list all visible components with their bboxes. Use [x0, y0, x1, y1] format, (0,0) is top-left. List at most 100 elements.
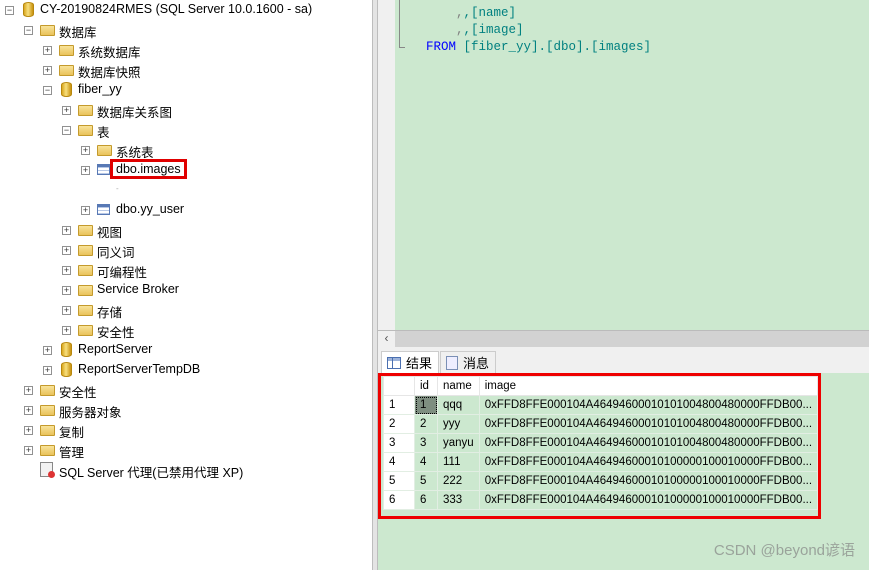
row-number[interactable]: 4 — [383, 452, 415, 472]
tree-node[interactable]: + 可编程性 — [0, 260, 372, 280]
tree-node[interactable]: − CY-20190824RMES (SQL Server 10.0.1600 -… — [0, 0, 372, 20]
tree-node[interactable]: - — [0, 180, 372, 200]
cell-image[interactable]: 0xFFD8FFE000104A464946000101010048004800… — [478, 414, 819, 434]
tree-node[interactable]: + 系统数据库 — [0, 40, 372, 60]
table-row[interactable]: 2 2 yyy 0xFFD8FFE000104A4649460001010100480… — [383, 414, 819, 434]
table-row[interactable]: 5 5 222 0xFFD8FFE000104A4649460001010000010… — [383, 471, 819, 491]
table-row[interactable]: 1 1 qqq 0xFFD8FFE000104A4649460001010100480… — [383, 395, 819, 415]
editor-gutter — [378, 0, 395, 330]
expand-icon[interactable]: + — [62, 266, 71, 275]
expand-icon[interactable]: + — [43, 66, 52, 75]
tree-node[interactable]: + 存储 — [0, 300, 372, 320]
tree-node[interactable]: + 管理 — [0, 440, 372, 460]
tree-node[interactable]: + 安全性 — [0, 320, 372, 340]
column-header[interactable]: name — [437, 376, 480, 396]
cell-name[interactable]: 111 — [437, 452, 480, 472]
tree-node[interactable]: − fiber_yy — [0, 80, 372, 100]
messages-icon — [446, 355, 458, 370]
grid-icon — [387, 356, 401, 369]
cell-name[interactable]: yanyu — [437, 433, 480, 453]
results-grid[interactable]: id name image 1 1 qqq 0xFFD8FFE000104A46494600… — [383, 376, 819, 510]
collapse-icon[interactable]: − — [24, 26, 33, 35]
tree-node[interactable]: + dbo.yy_user — [0, 200, 372, 220]
tree-node[interactable]: + 数据库关系图 — [0, 100, 372, 120]
tree-node-label: 可编程性 — [97, 266, 148, 280]
table-row[interactable]: 3 3 yanyu 0xFFD8FFE000104A46494600010101004… — [383, 433, 819, 453]
tree-node[interactable]: + 复制 — [0, 420, 372, 440]
tree-node[interactable]: + 服务器对象 — [0, 400, 372, 420]
table-row[interactable]: 4 4 111 0xFFD8FFE000104A4649460001010000010… — [383, 452, 819, 472]
expand-icon[interactable]: + — [62, 286, 71, 295]
expand-icon[interactable]: + — [62, 326, 71, 335]
tab-results[interactable]: 结果 — [381, 351, 440, 373]
fold-line — [399, 0, 405, 48]
folder-icon — [59, 65, 74, 76]
tree-node[interactable]: − 数据库 — [0, 20, 372, 40]
cell-name[interactable]: 333 — [437, 490, 480, 510]
tree-node[interactable]: + ReportServer — [0, 340, 372, 360]
expand-icon[interactable]: + — [24, 426, 33, 435]
tree-node-label: 存储 — [97, 306, 123, 320]
cell-image[interactable]: 0xFFD8FFE000104A464946000101010048004800… — [478, 395, 819, 415]
expand-icon[interactable]: + — [62, 306, 71, 315]
expand-icon[interactable]: + — [62, 246, 71, 255]
cell-id[interactable]: 3 — [414, 433, 438, 453]
collapse-icon[interactable]: − — [5, 6, 14, 15]
tree-node[interactable]: + ReportServerTempDB — [0, 360, 372, 380]
expand-icon[interactable]: + — [24, 446, 33, 455]
expand-icon[interactable]: + — [81, 206, 90, 215]
database-icon — [61, 342, 72, 357]
cell-name[interactable]: yyy — [437, 414, 480, 434]
tree-node[interactable]: + 同义词 — [0, 240, 372, 260]
row-number[interactable]: 3 — [383, 433, 415, 453]
expand-icon[interactable]: + — [43, 366, 52, 375]
cell-name[interactable]: qqq — [437, 395, 480, 415]
tree-node[interactable]: + dbo.images — [0, 159, 372, 180]
expand-icon[interactable]: + — [24, 406, 33, 415]
folder-icon — [40, 405, 55, 416]
tree-node[interactable]: + Service Broker — [0, 280, 372, 300]
cell-image[interactable]: 0xFFD8FFE000104A464946000101000001000100… — [478, 471, 819, 491]
tree-node-label: 数据库快照 — [78, 66, 141, 80]
scroll-left-icon[interactable]: ‹ — [378, 331, 395, 347]
cell-image[interactable]: 0xFFD8FFE000104A464946000101000001000100… — [478, 452, 819, 472]
expand-icon[interactable]: + — [43, 46, 52, 55]
row-number[interactable]: 2 — [383, 414, 415, 434]
tree-node-label: dbo.images — [110, 159, 187, 179]
expand-icon[interactable]: + — [62, 226, 71, 235]
tree-node[interactable]: + 安全性 — [0, 380, 372, 400]
cell-id[interactable]: 4 — [414, 452, 438, 472]
cell-name[interactable]: 222 — [437, 471, 480, 491]
sql-editor[interactable]: ,,[name] ,,[image] FROM [fiber_yy].[dbo]… — [395, 0, 869, 330]
expand-icon[interactable]: + — [24, 386, 33, 395]
cell-image[interactable]: 0xFFD8FFE000104A464946000101000001000100… — [478, 490, 819, 510]
cell-id[interactable]: 6 — [414, 490, 438, 510]
collapse-icon[interactable]: − — [62, 126, 71, 135]
tree-node[interactable]: + 数据库快照 — [0, 60, 372, 80]
expand-icon[interactable]: + — [81, 146, 90, 155]
tree-node[interactable]: − 表 — [0, 120, 372, 140]
tree-node[interactable]: SQL Server 代理(已禁用代理 XP) — [0, 460, 372, 480]
expand-icon[interactable]: + — [62, 106, 71, 115]
column-header[interactable] — [383, 376, 415, 396]
tree-node[interactable]: + 系统表 — [0, 140, 372, 160]
expand-icon[interactable]: + — [43, 346, 52, 355]
tree-node-label: SQL Server 代理(已禁用代理 XP) — [59, 466, 244, 480]
tree-node[interactable]: + 视图 — [0, 220, 372, 240]
row-number[interactable]: 5 — [383, 471, 415, 491]
cell-id[interactable]: 1 — [414, 395, 438, 415]
column-header[interactable]: image — [478, 376, 819, 396]
cell-id[interactable]: 2 — [414, 414, 438, 434]
expand-icon[interactable]: + — [81, 166, 90, 175]
row-number[interactable]: 1 — [383, 395, 415, 415]
cell-image[interactable]: 0xFFD8FFE000104A464946000101010048004800… — [478, 433, 819, 453]
collapse-icon[interactable]: − — [43, 86, 52, 95]
tab-messages[interactable]: 消息 — [440, 351, 497, 373]
row-number[interactable]: 6 — [383, 490, 415, 510]
table-row[interactable]: 6 6 333 0xFFD8FFE000104A4649460001010000010… — [383, 490, 819, 510]
column-header[interactable]: id — [414, 376, 438, 396]
horizontal-scrollbar[interactable]: ‹ — [378, 330, 869, 347]
tree-node-label: 系统表 — [116, 146, 154, 160]
cell-id[interactable]: 5 — [414, 471, 438, 491]
object-explorer-tree: − CY-20190824RMES (SQL Server 10.0.1600 -… — [0, 0, 372, 570]
